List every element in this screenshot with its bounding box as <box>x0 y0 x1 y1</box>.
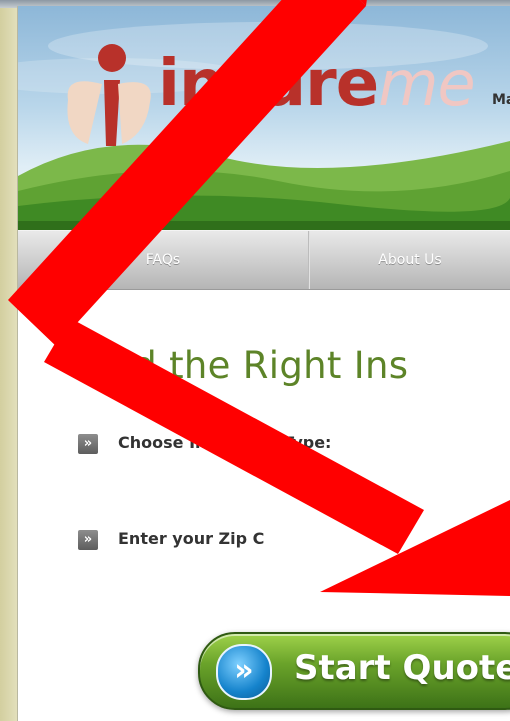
bullet-arrow-icon: » <box>78 530 98 550</box>
start-quote-label: Start Quote <box>294 648 510 688</box>
bullet-arrow-icon: » <box>78 434 98 454</box>
insureme-logo-wordmark: insureme <box>158 44 476 124</box>
logo-me-text: me <box>378 47 476 120</box>
double-chevron-right-icon: » <box>216 644 272 700</box>
logo-insure-text: insure <box>158 47 379 121</box>
tagline: Ma <box>492 92 510 108</box>
zip-label: Enter your Zip C <box>118 529 265 548</box>
insureme-logo-icon <box>58 40 158 150</box>
nav-faqs[interactable]: FAQs <box>18 231 308 289</box>
left-rail <box>0 0 18 721</box>
nav-about-us[interactable]: About Us <box>310 231 510 289</box>
insurance-type-label: Choose Insurance Type: <box>118 433 332 452</box>
main-nav: FAQs About Us <box>18 230 510 290</box>
header-banner: insureme Ma <box>18 6 510 230</box>
page-heading: Find the Right Ins <box>80 344 409 387</box>
start-quote-button[interactable]: » Start Quote <box>198 632 510 710</box>
page: insureme Ma FAQs About Us Find the Right… <box>18 6 510 721</box>
